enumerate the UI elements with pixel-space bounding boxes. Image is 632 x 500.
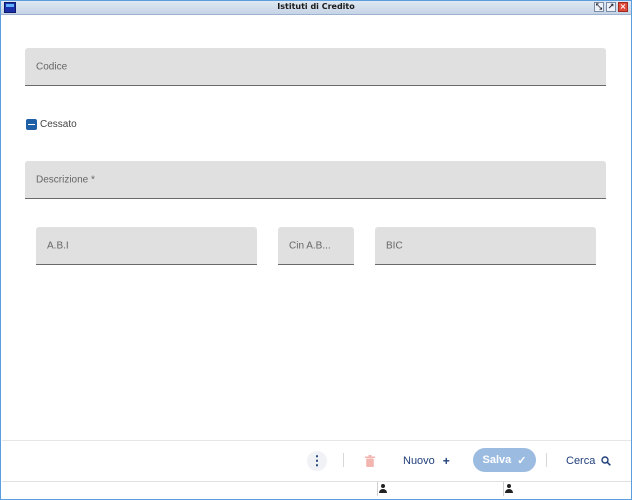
window: Istituti di Credito ⤡ ↗ × Codice Cessato…: [0, 0, 632, 500]
abi-field[interactable]: A.B.I: [36, 227, 257, 265]
trash-icon: [365, 455, 375, 467]
maximize-icon[interactable]: ↗: [606, 2, 616, 12]
bic-field[interactable]: BIC: [375, 227, 596, 265]
bic-label: BIC: [386, 240, 403, 251]
search-icon: [601, 456, 612, 466]
minimize-icon[interactable]: ⤡: [594, 2, 604, 12]
nuovo-label: Nuovo: [403, 455, 435, 467]
toolbar-separator: [343, 453, 344, 467]
codice-field[interactable]: Codice: [25, 48, 606, 86]
user-icon: [505, 484, 513, 494]
descrizione-label: Descrizione *: [36, 174, 95, 185]
nuovo-button[interactable]: Nuovo +: [403, 451, 450, 471]
cin-abi-label: Cin A.B...: [289, 240, 331, 251]
cerca-label: Cerca: [566, 455, 596, 467]
user-icon: [379, 484, 387, 494]
cessato-label: Cessato: [40, 118, 77, 130]
cin-abi-field[interactable]: Cin A.B...: [278, 227, 354, 265]
vertical-dots-icon: ⋮: [310, 453, 324, 468]
salva-button[interactable]: Salva ✓: [473, 448, 536, 472]
toolbar-separator: [546, 453, 547, 467]
status-cell-user: [503, 482, 631, 496]
status-cell-user: [377, 482, 503, 496]
plus-icon: +: [442, 454, 450, 468]
more-options-button[interactable]: ⋮: [307, 451, 327, 471]
codice-label: Codice: [36, 61, 68, 72]
window-title: Istituti di Credito: [277, 2, 355, 11]
cessato-checkbox[interactable]: [26, 118, 37, 130]
salva-label: Salva: [482, 454, 512, 466]
abi-label: A.B.I: [47, 240, 69, 251]
title-bar: Istituti di Credito ⤡ ↗ ×: [1, 1, 631, 15]
cessato-row[interactable]: Cessato: [26, 118, 77, 130]
check-icon: ✓: [517, 454, 527, 467]
window-controls: ⤡ ↗ ×: [594, 2, 628, 12]
cerca-button[interactable]: Cerca: [566, 451, 612, 471]
status-bar: [2, 481, 631, 496]
descrizione-field[interactable]: Descrizione *: [25, 161, 606, 199]
close-icon[interactable]: ×: [618, 2, 628, 12]
footer-divider: [2, 440, 631, 441]
delete-button[interactable]: [363, 451, 377, 471]
